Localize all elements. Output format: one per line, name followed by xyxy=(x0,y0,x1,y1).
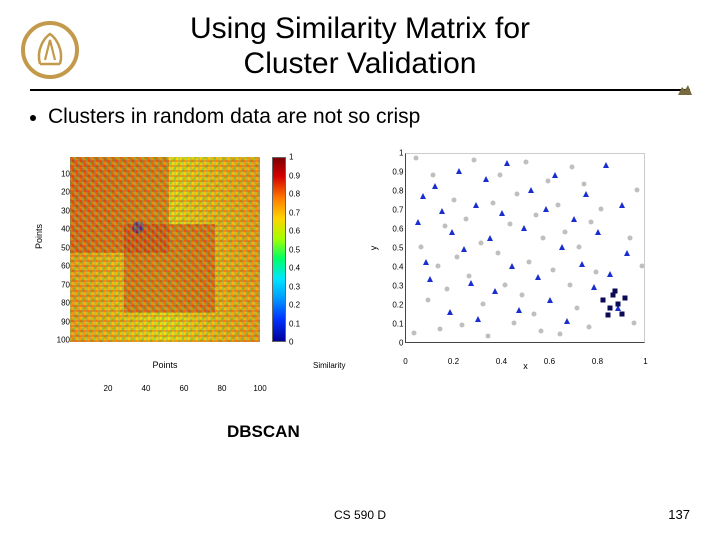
colorbar-label: Similarity xyxy=(313,361,345,370)
scatter-plot xyxy=(405,153,645,343)
scatter-yticks: 00.10.20.30.40.50.60.70.80.91 xyxy=(381,153,403,343)
purdue-seal-icon xyxy=(20,20,80,80)
heatmap-canvas xyxy=(70,157,260,342)
figures-row: Points 102030405060708090100 20406080100… xyxy=(40,157,720,370)
title-line-1: Using Similarity Matrix for xyxy=(190,12,530,45)
heatmap-colorbar: 10.90.80.70.60.50.40.30.20.10 xyxy=(272,157,313,342)
scatter-xlabel: x xyxy=(405,361,645,371)
heatmap-yticks: 102030405060708090100 xyxy=(48,157,70,342)
bullet-dot-icon xyxy=(30,115,36,121)
heatmap-xlabel: Points xyxy=(70,360,260,370)
griffin-icon xyxy=(676,81,694,99)
bullet-text: Clusters in random data are not so crisp xyxy=(48,105,420,129)
footer-course: CS 590 D xyxy=(334,508,386,522)
title-line-2: Cluster Validation xyxy=(244,47,477,80)
scatter-ylabel: y xyxy=(369,246,379,251)
title-divider xyxy=(30,89,690,91)
bullet-item: Clusters in random data are not so crisp xyxy=(30,105,700,129)
footer-page-number: 137 xyxy=(668,507,690,522)
heatmap-ylabel: Points xyxy=(34,224,44,249)
slide-title: Using Similarity Matrix for Cluster Vali… xyxy=(0,0,720,81)
algorithm-label: DBSCAN xyxy=(227,422,300,442)
scatter-plot-wrap: y 00.10.20.30.40.50.60.70.80.91 00.20.40… xyxy=(405,153,645,343)
similarity-heatmap: Points 102030405060708090100 20406080100… xyxy=(40,157,345,370)
colorbar-strip xyxy=(272,157,286,342)
colorbar-ticks: 10.90.80.70.60.50.40.30.20.10 xyxy=(289,157,313,342)
